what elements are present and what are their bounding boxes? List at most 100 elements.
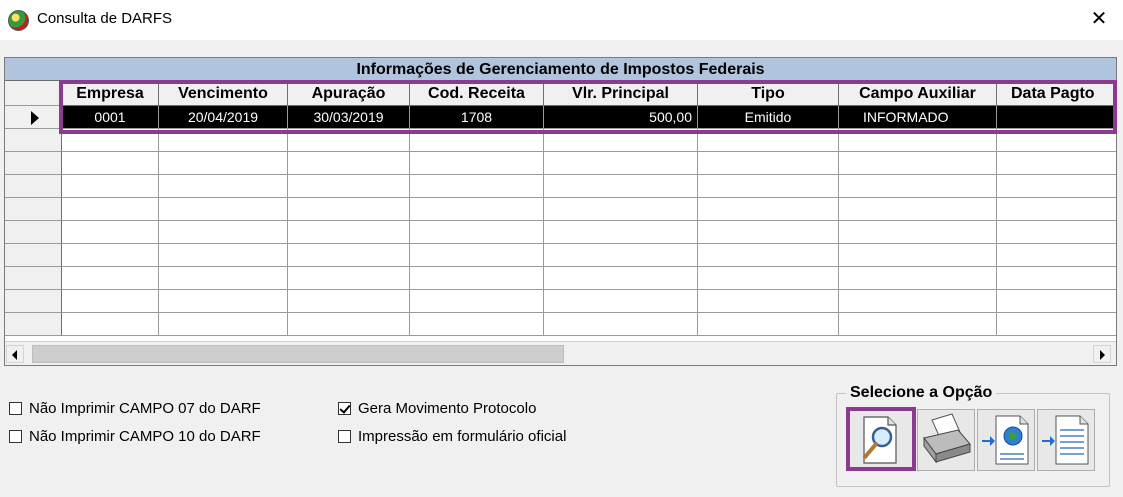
table-cell[interactable] bbox=[410, 313, 544, 336]
table-cell[interactable] bbox=[410, 221, 544, 244]
table-cell[interactable] bbox=[698, 313, 839, 336]
table-cell[interactable] bbox=[997, 267, 1116, 290]
table-cell[interactable] bbox=[288, 244, 410, 267]
scroll-left-button[interactable] bbox=[6, 345, 24, 363]
row-indicator[interactable] bbox=[5, 221, 62, 244]
close-button[interactable]: ✕ bbox=[1086, 6, 1112, 32]
table-cell[interactable] bbox=[288, 129, 410, 152]
table-cell[interactable] bbox=[997, 290, 1116, 313]
scroll-thumb[interactable] bbox=[32, 345, 564, 363]
table-cell[interactable] bbox=[698, 221, 839, 244]
table-cell[interactable] bbox=[62, 313, 159, 336]
table-cell[interactable] bbox=[698, 198, 839, 221]
table-cell[interactable]: 1708 bbox=[410, 106, 544, 129]
table-cell[interactable] bbox=[544, 290, 698, 313]
table-cell[interactable] bbox=[410, 175, 544, 198]
table-cell[interactable]: 20/04/2019 bbox=[159, 106, 288, 129]
table-cell[interactable] bbox=[839, 221, 997, 244]
preview-button[interactable] bbox=[846, 407, 916, 471]
table-cell[interactable] bbox=[839, 198, 997, 221]
table-cell[interactable]: 0001 bbox=[62, 106, 159, 129]
table-cell[interactable] bbox=[698, 152, 839, 175]
table-cell[interactable] bbox=[410, 129, 544, 152]
column-header-tipo[interactable]: Tipo bbox=[698, 81, 839, 106]
column-header-empresa[interactable]: Empresa bbox=[62, 81, 159, 106]
table-cell[interactable] bbox=[698, 175, 839, 198]
table-cell[interactable] bbox=[839, 175, 997, 198]
table-cell[interactable] bbox=[839, 290, 997, 313]
scroll-right-button[interactable] bbox=[1093, 345, 1111, 363]
column-header-cod-receita[interactable]: Cod. Receita bbox=[410, 81, 544, 106]
table-cell[interactable] bbox=[544, 221, 698, 244]
table-cell[interactable] bbox=[288, 198, 410, 221]
table-cell[interactable] bbox=[288, 175, 410, 198]
row-indicator[interactable] bbox=[5, 198, 62, 221]
checkbox-box[interactable] bbox=[338, 429, 351, 443]
export-document-button[interactable] bbox=[1037, 409, 1095, 471]
impressao-formulario-oficial-checkbox[interactable]: Impressão em formulário oficial bbox=[338, 426, 566, 446]
table-cell[interactable] bbox=[997, 129, 1116, 152]
table-cell[interactable] bbox=[62, 198, 159, 221]
table-cell[interactable]: 500,00 bbox=[544, 106, 698, 129]
table-cell[interactable] bbox=[62, 290, 159, 313]
table-cell[interactable] bbox=[997, 221, 1116, 244]
table-cell[interactable] bbox=[997, 198, 1116, 221]
column-header-apuracao[interactable]: Apuração bbox=[288, 81, 410, 106]
checkbox-box[interactable] bbox=[338, 401, 351, 415]
table-cell[interactable] bbox=[62, 267, 159, 290]
table-cell[interactable] bbox=[544, 267, 698, 290]
column-header-campo-auxiliar[interactable]: Campo Auxiliar bbox=[839, 81, 997, 106]
export-web-button[interactable] bbox=[977, 409, 1035, 471]
table-cell[interactable] bbox=[544, 198, 698, 221]
table-cell[interactable] bbox=[159, 129, 288, 152]
table-cell[interactable] bbox=[159, 267, 288, 290]
checkbox-box[interactable] bbox=[9, 429, 22, 443]
table-cell[interactable] bbox=[159, 175, 288, 198]
table-cell[interactable] bbox=[698, 244, 839, 267]
table-cell[interactable] bbox=[544, 152, 698, 175]
table-cell[interactable] bbox=[997, 175, 1116, 198]
table-cell[interactable] bbox=[288, 221, 410, 244]
table-cell[interactable] bbox=[159, 290, 288, 313]
print-button[interactable] bbox=[917, 409, 975, 471]
table-cell[interactable] bbox=[839, 267, 997, 290]
table-cell[interactable] bbox=[410, 244, 544, 267]
table-cell[interactable] bbox=[159, 221, 288, 244]
column-header-vencimento[interactable]: Vencimento bbox=[159, 81, 288, 106]
row-indicator[interactable] bbox=[5, 175, 62, 198]
table-cell[interactable] bbox=[839, 152, 997, 175]
table-cell[interactable] bbox=[62, 175, 159, 198]
table-cell[interactable] bbox=[997, 244, 1116, 267]
table-cell[interactable]: Emitido bbox=[698, 106, 839, 129]
table-cell[interactable] bbox=[159, 313, 288, 336]
table-cell[interactable] bbox=[698, 129, 839, 152]
table-cell[interactable] bbox=[544, 313, 698, 336]
row-indicator[interactable] bbox=[5, 152, 62, 175]
table-cell[interactable] bbox=[839, 129, 997, 152]
table-cell[interactable] bbox=[410, 198, 544, 221]
row-indicator[interactable] bbox=[5, 267, 62, 290]
row-indicator[interactable] bbox=[5, 313, 62, 336]
table-cell[interactable] bbox=[159, 198, 288, 221]
table-cell[interactable] bbox=[288, 290, 410, 313]
column-header-vlr-principal[interactable]: Vlr. Principal bbox=[544, 81, 698, 106]
table-cell[interactable] bbox=[159, 152, 288, 175]
table-cell[interactable] bbox=[62, 129, 159, 152]
table-cell[interactable] bbox=[410, 152, 544, 175]
table-cell[interactable] bbox=[997, 106, 1116, 129]
nao-imprimir-campo-10-checkbox[interactable]: Não Imprimir CAMPO 10 do DARF bbox=[9, 426, 261, 446]
table-cell[interactable] bbox=[544, 244, 698, 267]
table-cell[interactable] bbox=[288, 267, 410, 290]
table-cell[interactable] bbox=[62, 152, 159, 175]
nao-imprimir-campo-07-checkbox[interactable]: Não Imprimir CAMPO 07 do DARF bbox=[9, 398, 261, 418]
row-indicator[interactable] bbox=[5, 129, 62, 152]
table-cell[interactable] bbox=[997, 152, 1116, 175]
column-header-data-pagto[interactable]: Data Pagto bbox=[997, 81, 1116, 106]
horizontal-scrollbar[interactable] bbox=[5, 341, 1116, 365]
table-cell[interactable] bbox=[544, 129, 698, 152]
checkbox-box[interactable] bbox=[9, 401, 22, 415]
table-cell[interactable]: INFORMADO bbox=[839, 106, 997, 129]
row-indicator[interactable] bbox=[5, 244, 62, 267]
table-cell[interactable] bbox=[839, 313, 997, 336]
table-cell[interactable] bbox=[62, 221, 159, 244]
